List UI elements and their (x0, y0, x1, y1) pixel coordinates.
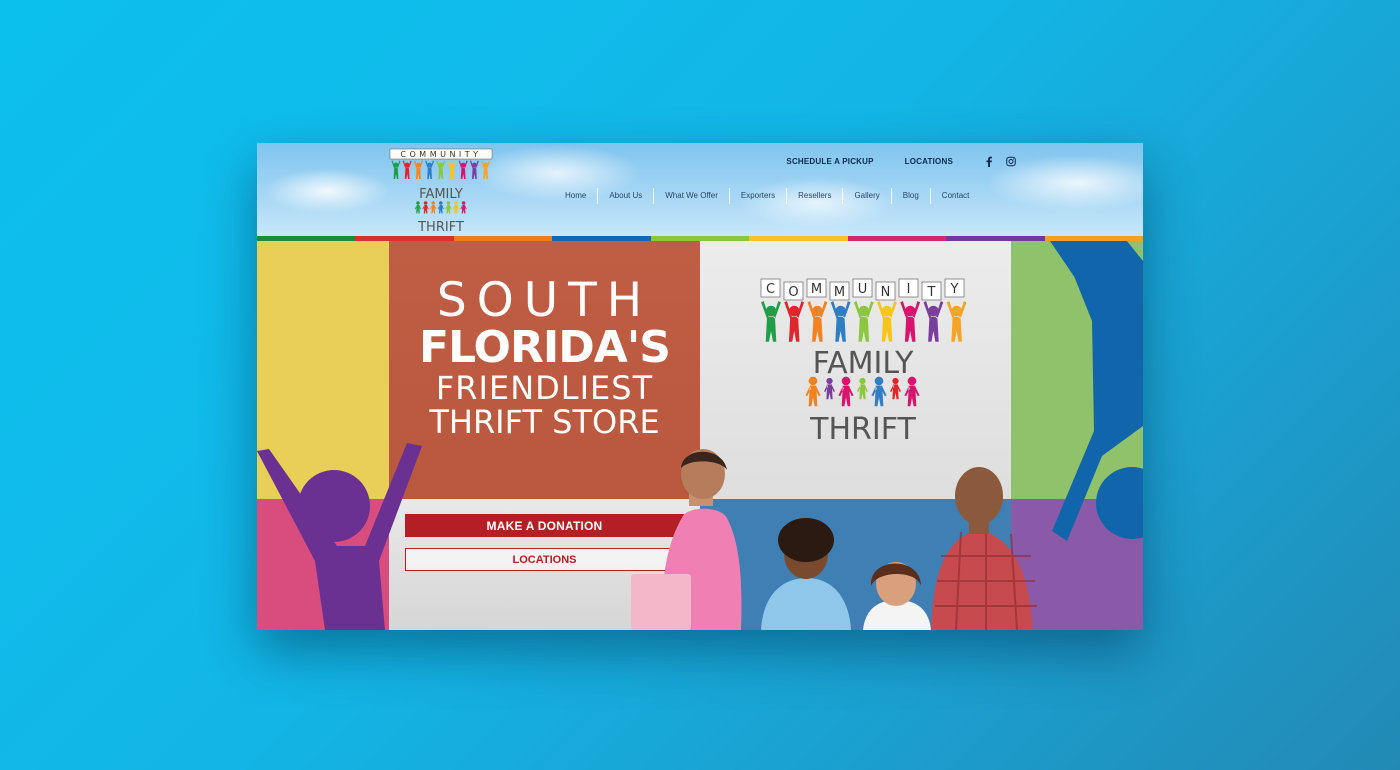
hero-line-4: THRIFT STORE (429, 403, 660, 441)
letter-tile-char: U (858, 282, 868, 297)
logo-person-body (890, 384, 901, 400)
purple-figure-graphic (257, 443, 422, 630)
nav-gallery[interactable]: Gallery (842, 188, 890, 204)
main-nav: Home About Us What We Offer Exporters Re… (554, 187, 980, 205)
hero-logo: COMMUNITY FAMILY THRIFT (760, 278, 967, 443)
instagram-icon[interactable] (1006, 156, 1016, 166)
logo-person-head (454, 201, 458, 205)
hero-logo-letter-tiles: COMMUNITY (760, 278, 965, 301)
logo-person-head (907, 376, 917, 386)
letter-tile-char: T (927, 285, 936, 300)
logo-person-head (841, 376, 851, 386)
logo-person-body (838, 385, 854, 407)
logo-figure-row-2 (414, 201, 467, 214)
nav-contact[interactable]: Contact (929, 188, 981, 204)
letter-tile-char: M (834, 285, 845, 300)
logo-person-head (859, 377, 866, 385)
hero-logo-figure-row-2 (805, 376, 920, 407)
schedule-pickup-link[interactable]: SCHEDULE A PICKUP (786, 157, 873, 166)
logo-person-body (422, 204, 429, 214)
logo-person-body (430, 204, 437, 214)
logo-person-body (445, 204, 452, 214)
logo-person-head (874, 376, 884, 386)
hero-line-1: SOUTH (436, 273, 653, 328)
browser-window: COMMUNITY FAMILY THRIFT SCHEDULE A PICKU… (257, 143, 1143, 630)
hero-logo-family-text: FAMILY (813, 346, 914, 381)
logo-person-body (437, 204, 444, 214)
letter-tile-char: C (766, 282, 775, 297)
logo-person-head (446, 201, 451, 205)
letter-tile-char: O (788, 285, 798, 300)
logo-person-head (826, 377, 833, 385)
letter-tile-char: N (881, 285, 891, 300)
logo-person-head (431, 201, 435, 205)
top-locations-link[interactable]: LOCATIONS (905, 157, 953, 166)
logo-person-body (452, 204, 460, 214)
nav-exporters[interactable]: Exporters (728, 188, 786, 204)
logo-person-head (423, 201, 428, 205)
logo-person-body (824, 384, 835, 400)
logo-person-body (857, 384, 868, 400)
facebook-icon[interactable] (984, 156, 994, 167)
nav-what-we-offer[interactable]: What We Offer (653, 188, 729, 204)
family-photo (631, 449, 1037, 630)
logo-person-body (805, 385, 821, 407)
logo-thrift-text: THRIFT (417, 220, 464, 233)
nav-blog[interactable]: Blog (890, 188, 930, 204)
nav-about-us[interactable]: About Us (597, 188, 653, 204)
logo-person-head (808, 376, 818, 386)
letter-tile-char: M (811, 282, 822, 297)
logo-figure-row (391, 160, 491, 179)
hero-logo-thrift-text: THRIFT (809, 412, 916, 443)
hero-line-3: FRIENDLIEST (435, 369, 654, 407)
hero-section: SOUTH FLORIDA'S FRIENDLIEST THRIFT STORE… (257, 241, 1143, 630)
logo-person-head (461, 201, 466, 205)
letter-tile-char: Y (950, 282, 959, 297)
hero-title: SOUTH FLORIDA'S FRIENDLIEST THRIFT STORE (389, 273, 700, 441)
top-links: SCHEDULE A PICKUP LOCATIONS (786, 151, 1143, 171)
logo-person-head (416, 201, 420, 205)
hero-logo-figure-row (761, 301, 967, 342)
logo-person-body (460, 204, 467, 214)
nav-resellers[interactable]: Resellers (786, 188, 842, 204)
logo-person-body (904, 385, 920, 407)
logo-person-head (439, 201, 443, 205)
site-header: COMMUNITY FAMILY THRIFT SCHEDULE A PICKU… (257, 143, 1143, 236)
logo-family-text: FAMILY (419, 187, 463, 202)
logo-community-text: COMMUNITY (400, 150, 481, 159)
nav-home[interactable]: Home (554, 188, 597, 204)
logo-person-head (892, 377, 899, 385)
site-logo[interactable]: COMMUNITY FAMILY THRIFT (388, 147, 494, 233)
letter-tile-char: I (907, 282, 911, 297)
hero-line-2: FLORIDA'S (419, 322, 671, 373)
logo-person-body (871, 385, 887, 407)
logo-person-body (414, 204, 422, 214)
